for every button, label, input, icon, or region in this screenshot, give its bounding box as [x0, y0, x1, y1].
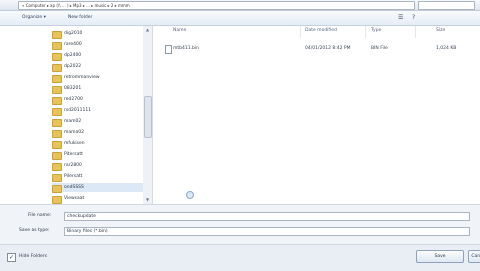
folder-icon: [52, 141, 62, 149]
tree-folder[interactable]: mam02: [52, 117, 144, 127]
tree-folder[interactable]: Pilersatt: [52, 172, 144, 182]
folder-icon: [52, 53, 62, 61]
folder-tree: dig2010 rare400 dp2400 dp2022 retrommanv…: [0, 26, 153, 204]
folder-label: rar2800: [64, 163, 82, 168]
folder-label: mam02: [64, 119, 82, 124]
folder-icon: [52, 119, 62, 127]
file-date: 04/01/2012 8:42 PM: [305, 46, 351, 51]
folder-icon: [52, 163, 62, 171]
folder-icon: [52, 108, 62, 116]
tree-folder-selected[interactable]: ondSSSS: [52, 183, 144, 193]
search-input[interactable]: [418, 1, 475, 10]
address-bar: « Computer ▸ xp (\\ ... ) ▸ Mp3 ▸ ... ▸ …: [0, 0, 480, 11]
help-icon[interactable]: ?: [412, 14, 420, 22]
tree-folder[interactable]: Viewsaat: [52, 194, 144, 204]
folder-label: 083201: [64, 86, 82, 91]
folder-label: Viewsaat: [64, 196, 85, 201]
folder-label: rsd2011111: [64, 108, 92, 113]
save-type-select[interactable]: Binary files (*.bin): [64, 227, 470, 236]
file-icon: [165, 45, 172, 54]
toolbar: Organize ▾ New folder ☰ ?: [0, 11, 480, 26]
new-folder-button[interactable]: New folder: [68, 14, 92, 22]
folder-icon: [52, 75, 62, 83]
folder-label: ondSSSS: [64, 185, 84, 190]
view-options-icon[interactable]: ☰: [398, 14, 406, 22]
organize-button[interactable]: Organize ▾: [22, 14, 46, 22]
folder-icon: [52, 130, 62, 138]
busy-cursor-icon: [186, 191, 194, 199]
folder-icon: [52, 174, 62, 182]
save-form: File name: checkupdate Save as type: Bin…: [0, 204, 480, 245]
folder-icon: [52, 64, 62, 72]
file-size: 1,024 KB: [436, 46, 457, 51]
collapse-arrow-icon[interactable]: ✓: [7, 253, 16, 262]
column-divider: [300, 26, 301, 38]
hide-folders-label: Hide Folders: [19, 254, 47, 259]
tree-folder[interactable]: rar2800: [52, 161, 144, 171]
folder-label: rare400: [64, 42, 82, 47]
column-divider: [365, 26, 366, 38]
dialog-footer: ✓ Hide Folders Save Cancel: [0, 244, 480, 271]
folder-label: Pitersatt: [64, 152, 83, 157]
folder-tree-scrollbar[interactable]: ▲ ▼: [143, 26, 152, 204]
column-name[interactable]: Name: [173, 28, 186, 33]
folder-icon: [52, 185, 62, 193]
folder-icon: [52, 196, 62, 204]
scrollbar-thumb[interactable]: [144, 96, 152, 138]
tree-folder[interactable]: 083201: [52, 84, 144, 94]
tree-folder[interactable]: mfukisen: [52, 139, 144, 149]
folder-label: red2700: [64, 97, 83, 102]
folder-label: mama02: [64, 130, 85, 135]
column-type[interactable]: Type: [371, 28, 381, 33]
file-name: mtb411.bin: [173, 46, 199, 51]
save-button[interactable]: Save: [416, 250, 464, 263]
folder-label: dp2400: [64, 53, 82, 58]
folder-label: Pilersatt: [64, 174, 83, 179]
column-size[interactable]: Size: [436, 28, 445, 33]
tree-folder[interactable]: dig2010: [52, 29, 144, 39]
save-type-label: Save as type:: [19, 228, 50, 233]
file-type: BIN File: [371, 46, 388, 51]
tree-folder[interactable]: red2700: [52, 95, 144, 105]
column-date-modified[interactable]: Date modified: [305, 28, 337, 33]
cancel-button[interactable]: Cancel: [468, 250, 480, 263]
folder-icon: [52, 31, 62, 39]
folder-label: dig2010: [64, 31, 83, 36]
tree-folder[interactable]: dp2022: [52, 62, 144, 72]
folder-icon: [52, 97, 62, 105]
folder-label: mfukisen: [64, 141, 85, 146]
address-path[interactable]: « Computer ▸ xp (\\ ... ) ▸ Mp3 ▸ ... ▸ …: [18, 1, 415, 10]
tree-folder[interactable]: mama02: [52, 128, 144, 138]
file-name-label: File name:: [28, 213, 52, 218]
folder-icon: [52, 86, 62, 94]
tree-folder[interactable]: retrommanview: [52, 73, 144, 83]
folder-label: dp2022: [64, 64, 82, 69]
folder-icon: [52, 42, 62, 50]
file-list: Name Date modified Type Size mtb411.bin …: [153, 26, 480, 204]
tree-folder[interactable]: rare400: [52, 40, 144, 50]
file-row[interactable]: mtb411.bin 04/01/2012 8:42 PM BIN File 1…: [159, 45, 474, 54]
tree-folder[interactable]: Pitersatt: [52, 150, 144, 160]
column-divider: [415, 26, 416, 38]
folder-icon: [52, 152, 62, 160]
scroll-down-icon[interactable]: ▼: [143, 197, 152, 202]
scroll-up-icon[interactable]: ▲: [143, 27, 152, 32]
file-name-input[interactable]: checkupdate: [64, 212, 470, 221]
tree-folder[interactable]: rsd2011111: [52, 106, 144, 116]
tree-folder[interactable]: dp2400: [52, 51, 144, 61]
folder-label: retrommanview: [64, 75, 100, 80]
